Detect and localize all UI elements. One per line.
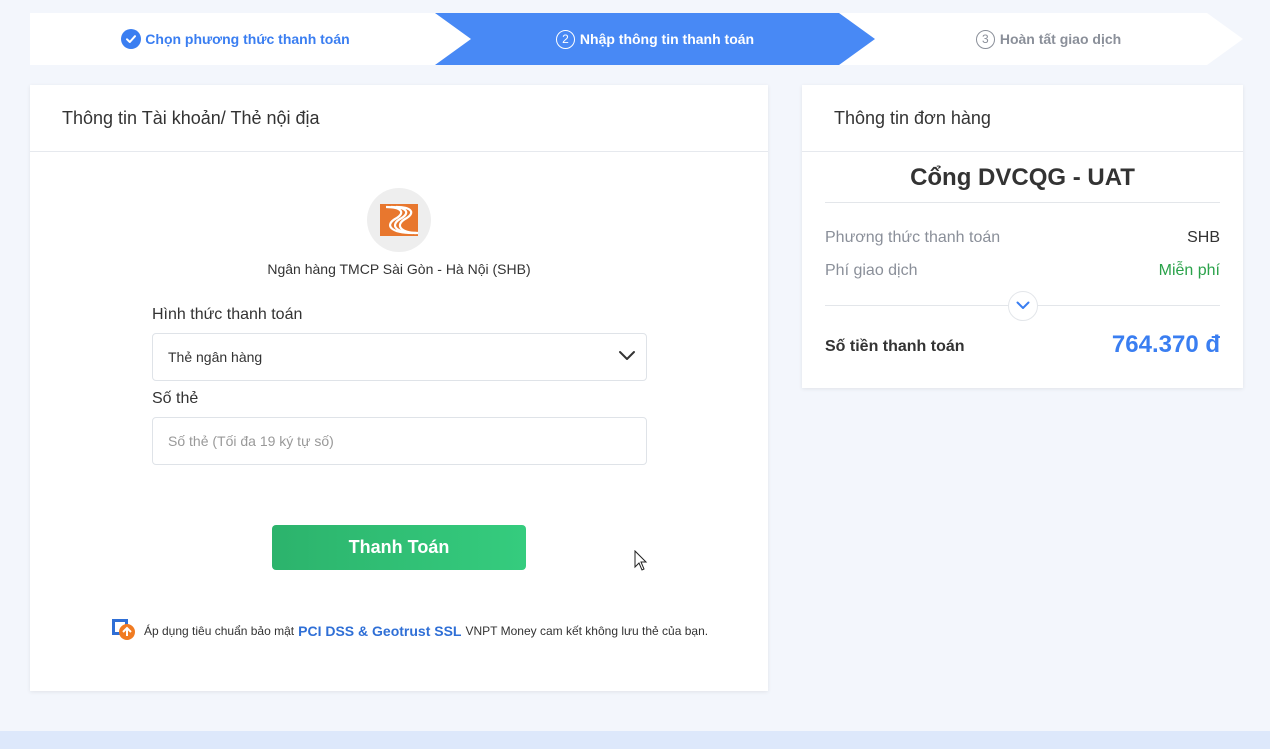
- chevron-down-icon: [1016, 297, 1030, 315]
- card-number-input[interactable]: [152, 417, 647, 465]
- step-complete: 3 Hoàn tất giao dịch: [834, 13, 1243, 65]
- panel-title: Thông tin Tài khoản/ Thẻ nội địa: [30, 85, 768, 152]
- order-info-panel: Thông tin đơn hàng Cổng DVCQG - UAT Phươ…: [802, 85, 1243, 388]
- security-note-highlight: PCI DSS & Geotrust SSL: [298, 623, 462, 639]
- row-value: Miễn phí: [1158, 262, 1220, 279]
- row-value: SHB: [1187, 229, 1220, 246]
- mouse-cursor-icon: [634, 549, 648, 577]
- security-note-suffix: VNPT Money cam kết không lưu thẻ của bạn…: [465, 624, 709, 638]
- divider: [825, 202, 1220, 203]
- security-note-prefix: Áp dụng tiêu chuẩn bảo mật: [144, 624, 295, 638]
- merchant-name: Cổng DVCQG - UAT: [910, 164, 1135, 191]
- step-number: 2: [555, 29, 575, 49]
- order-row-method: Phương thức thanh toán SHB: [825, 229, 1220, 247]
- shb-logo-icon: [367, 188, 431, 252]
- step-enter-info: 2 Nhập thông tin thanh toán: [435, 13, 875, 65]
- step-choose-method[interactable]: Chọn phương thức thanh toán: [30, 13, 471, 65]
- total-amount: 764.370 đ: [1111, 331, 1220, 358]
- chevron-down-icon: [618, 349, 636, 365]
- check-circle-icon: [121, 29, 142, 49]
- step-label: Chọn phương thức thanh toán: [145, 31, 350, 47]
- checkout-stepper: Chọn phương thức thanh toán 2 Nhập thông…: [30, 13, 1243, 65]
- security-note: Áp dụng tiêu chuẩn bảo mật PCI DSS & Geo…: [112, 618, 712, 644]
- footer-band: [0, 731, 1270, 749]
- order-row-fee: Phí giao dịch Miễn phí: [825, 262, 1220, 280]
- security-shield-icon: [112, 618, 136, 644]
- account-info-panel: Thông tin Tài khoản/ Thẻ nội địa Ngân hà…: [30, 85, 768, 691]
- bank-name: Ngân hàng TMCP Sài Gòn - Hà Nội (SHB): [267, 261, 531, 277]
- expand-details-button[interactable]: [1008, 291, 1038, 321]
- payment-method-value: Thẻ ngân hàng: [168, 349, 263, 365]
- panel-title: Thông tin đơn hàng: [802, 85, 1243, 152]
- payment-method-label: Hình thức thanh toán: [152, 306, 303, 323]
- row-label: Phí giao dịch: [825, 262, 918, 279]
- card-number-label: Số thẻ: [152, 390, 199, 407]
- step-label: Nhập thông tin thanh toán: [579, 31, 755, 47]
- step-label: Hoàn tất giao dịch: [999, 31, 1122, 47]
- total-label: Số tiền thanh toán: [825, 338, 965, 355]
- pay-button[interactable]: Thanh Toán: [272, 525, 526, 570]
- row-label: Phương thức thanh toán: [825, 229, 1001, 246]
- payment-method-select[interactable]: Thẻ ngân hàng: [152, 333, 647, 381]
- step-number: 3: [975, 29, 995, 49]
- payment-page: Chọn phương thức thanh toán 2 Nhập thông…: [0, 0, 1270, 749]
